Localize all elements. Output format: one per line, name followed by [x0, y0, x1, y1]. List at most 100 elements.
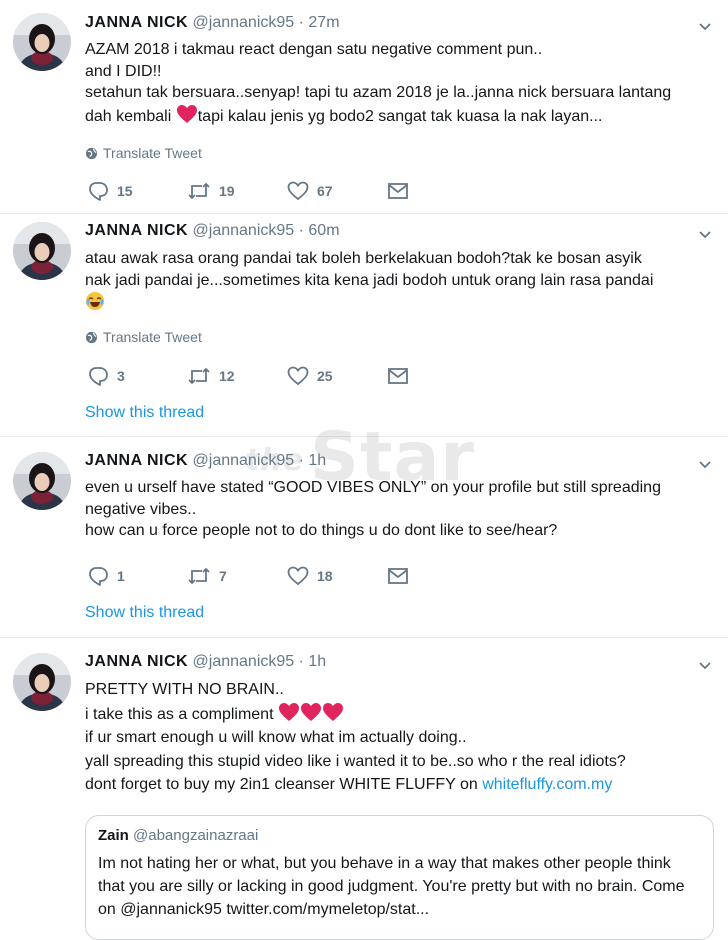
tweet-actions: 15 19 67 — [87, 180, 487, 202]
like-button[interactable]: 67 — [287, 181, 387, 201]
tweet-actions: 3 12 25 — [87, 365, 487, 387]
author-handle[interactable]: @jannanick95 — [193, 222, 295, 239]
reply-icon — [89, 182, 108, 201]
reply-count: 15 — [117, 183, 133, 199]
tweet-line — [85, 291, 715, 315]
author-handle[interactable]: @jannanick95 — [193, 14, 295, 31]
timestamp[interactable]: 60m — [308, 222, 339, 239]
envelope-icon — [388, 568, 408, 584]
timestamp[interactable]: 1h — [308, 452, 326, 469]
tweet-text: PRETTY WITH NO BRAIN.. i take this as a … — [85, 678, 715, 797]
avatar[interactable] — [13, 222, 71, 280]
tweet-header: JANNA NICK @jannanick95 · 60m — [85, 221, 340, 241]
retweet-button[interactable]: 12 — [187, 366, 287, 386]
laughing-emoji-icon — [86, 292, 104, 310]
author-handle[interactable]: @jannanick95 — [193, 653, 295, 670]
tweet-header: JANNA NICK @jannanick95 · 27m — [85, 13, 340, 33]
tweet-2[interactable]: JANNA NICK @jannanick95 · 60m atau awak … — [0, 214, 728, 437]
retweet-button[interactable]: 19 — [187, 181, 287, 201]
tweet-line: how can u force people not to do things … — [85, 522, 558, 539]
tweet-line: if ur smart enough u will know what im a… — [85, 729, 467, 746]
heart-icon — [287, 366, 309, 386]
timestamp[interactable]: 27m — [308, 14, 339, 31]
tweet-line-part: i take this as a compliment — [85, 705, 274, 723]
reply-button[interactable]: 15 — [87, 181, 187, 201]
tweet-4[interactable]: JANNA NICK @jannanick95 · 1h PRETTY WITH… — [0, 638, 728, 940]
tweet-line: dont forget to buy my 2in1 cleanser WHIT… — [85, 773, 715, 797]
avatar[interactable] — [13, 653, 71, 711]
tweet-line: and I DID!! — [85, 62, 162, 80]
retweet-icon — [188, 182, 210, 200]
tweet-line: negative vibes.. — [85, 500, 197, 518]
tweet-text: AZAM 2018 i takmau react dengan satu neg… — [85, 39, 715, 127]
tweet-line: i take this as a compliment — [85, 702, 715, 727]
tweet-actions: 1 7 18 — [87, 565, 487, 587]
timestamp[interactable]: 1h — [308, 653, 326, 670]
translate-tweet-link[interactable]: Translate Tweet — [85, 329, 202, 345]
red-heart-emoji-icon — [322, 702, 343, 721]
tweet-line: atau awak rasa orang pandai tak boleh be… — [85, 250, 642, 267]
tweet-text: atau awak rasa orang pandai tak boleh be… — [85, 248, 715, 315]
quoted-tweet-text: Im not hating her or what, but you behav… — [98, 855, 685, 918]
retweet-button[interactable]: 7 — [187, 566, 287, 586]
retweet-icon — [188, 567, 210, 585]
globe-icon — [85, 147, 98, 159]
envelope-icon — [388, 368, 408, 384]
tweet-1[interactable]: JANNA NICK @jannanick95 · 27m AZAM 2018 … — [0, 0, 728, 214]
envelope-icon — [388, 183, 408, 199]
reply-icon — [89, 567, 108, 586]
tweet-line-part: tapi kalau jenis yg bodo2 sangat tak kua… — [197, 107, 603, 125]
direct-message-button[interactable] — [387, 567, 487, 585]
chevron-down-icon[interactable] — [696, 225, 714, 243]
like-button[interactable]: 25 — [287, 366, 387, 386]
retweet-icon — [188, 367, 210, 385]
tweet-text: even u urself have stated “GOOD VIBES ON… — [85, 477, 715, 542]
tweet-line: AZAM 2018 i takmau react dengan satu neg… — [85, 41, 543, 58]
separator-dot: · — [298, 452, 304, 469]
red-heart-emoji-icon — [176, 104, 197, 123]
red-heart-emoji-icon — [278, 702, 299, 721]
show-thread-link[interactable]: Show this thread — [85, 604, 204, 622]
show-thread-link[interactable]: Show this thread — [85, 404, 204, 422]
direct-message-button[interactable] — [387, 182, 487, 200]
avatar[interactable] — [13, 13, 71, 71]
tweet-line-part: dont forget to buy my 2in1 cleanser WHIT… — [85, 776, 483, 793]
red-heart-emoji-icon — [300, 702, 321, 721]
like-count: 67 — [317, 183, 333, 199]
author-name[interactable]: JANNA NICK — [85, 14, 188, 31]
author-name[interactable]: JANNA NICK — [85, 222, 188, 239]
reply-button[interactable]: 1 — [87, 566, 187, 586]
quoted-tweet[interactable]: Zain @abangzainazraai Im not hating her … — [85, 815, 714, 940]
reply-icon — [89, 367, 108, 386]
retweet-count: 7 — [219, 568, 227, 584]
separator-dot: · — [298, 222, 304, 239]
globe-icon — [85, 331, 98, 343]
author-name[interactable]: JANNA NICK — [85, 653, 188, 670]
retweet-count: 19 — [219, 183, 235, 199]
tweet-line: nak jadi pandai je...sometimes kita kena… — [85, 271, 654, 289]
chevron-down-icon[interactable] — [696, 656, 714, 674]
heart-icon — [287, 566, 309, 586]
chevron-down-icon[interactable] — [696, 455, 714, 473]
retweet-count: 12 — [219, 368, 235, 384]
reply-button[interactable]: 3 — [87, 366, 187, 386]
author-handle[interactable]: @jannanick95 — [193, 452, 295, 469]
reply-count: 3 — [117, 368, 125, 384]
reply-count: 1 — [117, 568, 125, 584]
tweet-line-part: dah kembali — [85, 107, 172, 125]
quoted-author-handle: @abangzainazraai — [133, 827, 259, 844]
author-name[interactable]: JANNA NICK — [85, 452, 188, 469]
separator-dot: · — [298, 653, 304, 670]
direct-message-button[interactable] — [387, 367, 487, 385]
chevron-down-icon[interactable] — [696, 17, 714, 35]
quoted-author-name: Zain — [98, 827, 129, 844]
like-button[interactable]: 18 — [287, 566, 387, 586]
tweet-line: yall spreading this stupid video like i … — [85, 752, 626, 770]
avatar[interactable] — [13, 452, 71, 510]
translate-tweet-link[interactable]: Translate Tweet — [85, 145, 202, 161]
tweet-line: PRETTY WITH NO BRAIN.. — [85, 681, 284, 698]
tweet-3[interactable]: JANNA NICK @jannanick95 · 1h even u urse… — [0, 437, 728, 638]
tweet-header: JANNA NICK @jannanick95 · 1h — [85, 451, 326, 471]
heart-icon — [287, 181, 309, 201]
website-link[interactable]: whitefluffy.com.my — [482, 776, 612, 793]
